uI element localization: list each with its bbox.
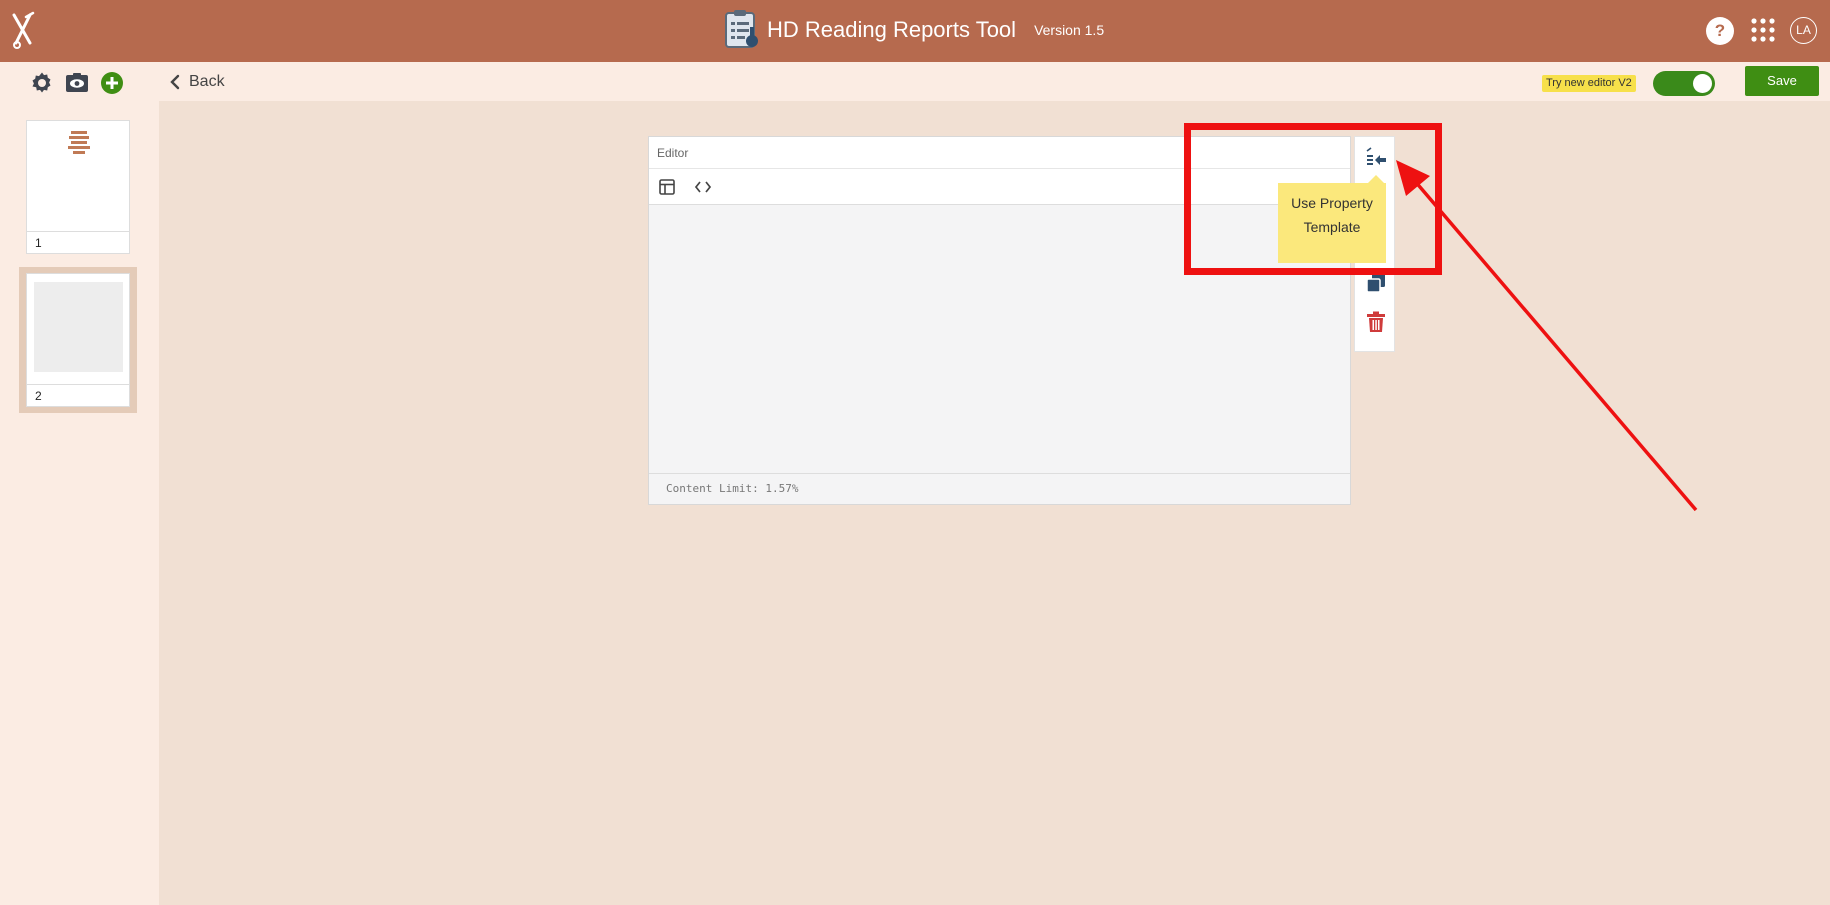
try-new-editor-badge: Try new editor V2 bbox=[1542, 75, 1636, 92]
eye-icon[interactable] bbox=[65, 71, 89, 95]
page-preview-icon bbox=[68, 131, 90, 154]
page-number: 1 bbox=[27, 231, 129, 253]
save-button[interactable]: Save bbox=[1745, 66, 1819, 96]
page-preview-blank bbox=[34, 282, 123, 372]
app-version: Version 1.5 bbox=[1034, 22, 1105, 38]
back-button[interactable]: Back bbox=[170, 71, 225, 93]
app-title-group: HD Reading Reports Tool Version 1.5 bbox=[723, 9, 1104, 51]
duplicate-icon[interactable] bbox=[1365, 272, 1387, 294]
app-title: HD Reading Reports Tool bbox=[767, 17, 1017, 42]
page-thumbnail-1[interactable]: 1 bbox=[26, 120, 130, 254]
report-icon bbox=[725, 10, 758, 48]
avatar[interactable]: LA bbox=[1790, 17, 1817, 44]
logo-icon[interactable] bbox=[8, 9, 38, 51]
toggle-knob bbox=[1693, 74, 1712, 93]
add-icon[interactable] bbox=[100, 71, 124, 95]
help-icon[interactable]: ? bbox=[1706, 17, 1734, 45]
apps-grid-icon[interactable] bbox=[1750, 17, 1776, 43]
top-header: HD Reading Reports Tool Version 1.5 ? LA bbox=[0, 0, 1830, 62]
trash-icon[interactable] bbox=[1365, 311, 1387, 333]
page-thumbnail-2[interactable]: 2 bbox=[26, 273, 130, 407]
annotation-arrow-icon bbox=[1396, 160, 1698, 512]
layout-icon[interactable] bbox=[658, 178, 676, 196]
back-label: Back bbox=[189, 73, 225, 90]
content-limit: Content Limit: 1.57% bbox=[649, 473, 1350, 504]
code-icon[interactable] bbox=[694, 178, 712, 196]
chevron-left-icon bbox=[170, 74, 180, 90]
editor-v2-toggle[interactable] bbox=[1653, 71, 1715, 96]
page-number: 2 bbox=[27, 384, 129, 406]
gear-icon[interactable] bbox=[30, 71, 54, 95]
